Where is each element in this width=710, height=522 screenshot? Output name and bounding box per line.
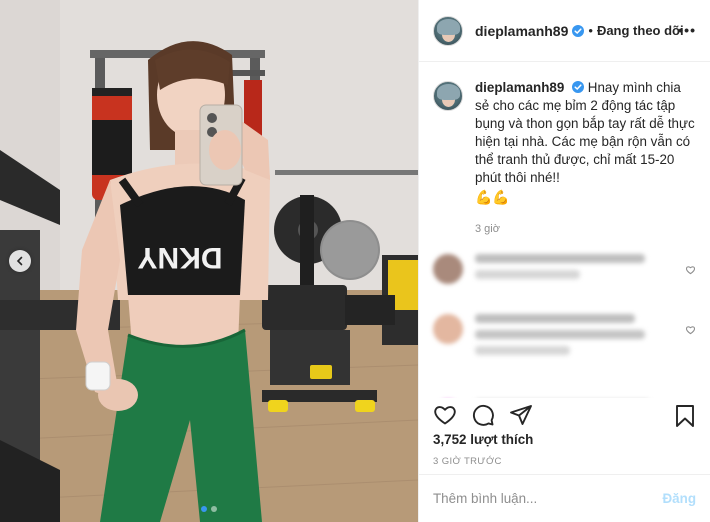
blurred-comment-text	[475, 330, 645, 339]
heart-icon[interactable]	[685, 264, 696, 275]
separator-dot: •	[588, 23, 593, 38]
heart-icon	[434, 406, 456, 425]
post-photo[interactable]: DKNY	[0, 0, 418, 522]
caption-emoji: 💪💪	[475, 189, 510, 205]
action-bar	[419, 400, 710, 430]
blurred-comment-text	[475, 314, 635, 323]
carousel-dot	[201, 506, 207, 512]
chevron-left-icon	[16, 256, 23, 266]
comment-icon	[472, 404, 494, 426]
more-options-icon[interactable]: •••	[678, 23, 696, 37]
comments-section[interactable]: dieplamanh89 Hnay mình chia sẻ cho các m…	[419, 63, 710, 398]
share-button[interactable]	[509, 403, 533, 427]
avatar[interactable]	[433, 15, 463, 46]
save-button[interactable]	[674, 404, 696, 433]
post-header: dieplamanh89 • Đang theo dõi •••	[419, 0, 710, 62]
share-icon	[510, 405, 532, 425]
like-button[interactable]	[433, 403, 457, 427]
username-link[interactable]: dieplamanh89	[475, 23, 568, 39]
verified-badge-icon	[572, 81, 585, 93]
verified-badge-icon	[572, 24, 585, 37]
comment-avatar[interactable]	[433, 254, 463, 284]
post-details-panel: dieplamanh89 • Đang theo dõi ••• dieplam…	[418, 0, 710, 522]
post-timestamp[interactable]: 3 GIỜ TRƯỚC	[433, 456, 502, 467]
carousel-dot	[211, 506, 217, 512]
comment-button[interactable]	[471, 403, 495, 427]
caption-username[interactable]: dieplamanh89	[475, 80, 564, 95]
carousel-indicator	[0, 506, 418, 512]
previous-photo-button[interactable]	[9, 250, 31, 272]
top-print-text: DKNY	[137, 241, 222, 274]
caption: dieplamanh89 Hnay mình chia sẻ cho các m…	[433, 79, 696, 238]
following-button[interactable]: Đang theo dõi	[597, 23, 684, 38]
blurred-comment-meta	[475, 346, 570, 355]
comment-input[interactable]	[433, 491, 663, 506]
blurred-comment-meta	[475, 270, 580, 279]
gym-selfie-image: DKNY	[0, 0, 418, 522]
caption-time[interactable]: 3 giờ	[475, 220, 696, 238]
add-comment-bar: Đăng	[419, 474, 710, 522]
avatar[interactable]	[433, 81, 463, 111]
blurred-comment-text	[475, 254, 645, 263]
caption-text: Hnay mình chia sẻ cho các mẹ bỉm 2 động …	[475, 80, 695, 185]
comment-item	[433, 314, 696, 384]
bookmark-icon	[676, 405, 694, 427]
comment-avatar[interactable]	[433, 314, 463, 344]
heart-icon[interactable]	[685, 324, 696, 335]
comment-item	[433, 254, 696, 298]
like-count[interactable]: 3,752 lượt thích	[433, 432, 533, 447]
post-comment-button[interactable]: Đăng	[663, 491, 696, 506]
